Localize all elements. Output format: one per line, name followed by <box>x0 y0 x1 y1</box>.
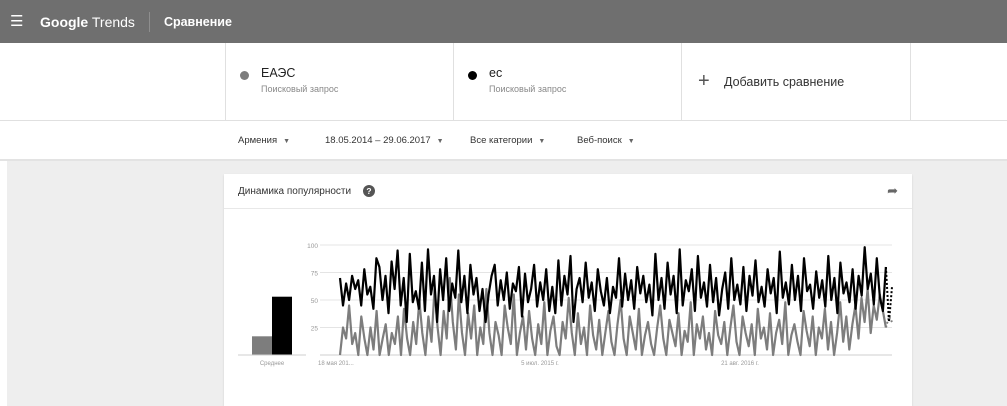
add-comparison-label: Добавить сравнение <box>724 74 845 89</box>
comparison-bar: ЕАЭС Поисковый запрос ес Поисковый запро… <box>0 43 1007 121</box>
interest-chart[interactable]: 100 75 50 25 Среднее 18 мая 201... 5 июл. 2015… <box>224 208 912 406</box>
share-icon[interactable]: ➦ <box>887 183 898 199</box>
chevron-down-icon: ▼ <box>538 138 546 145</box>
series-partial-eaes <box>884 313 893 328</box>
filter-bar: Армения ▼ 18.05.2014 – 29.06.2017 ▼ Все ка… <box>0 121 1007 161</box>
help-icon[interactable]: ? <box>363 185 375 197</box>
average-label: Среднее <box>260 361 285 367</box>
category-dropdown[interactable]: Все категории ▼ <box>470 135 545 146</box>
category-label: Все категории <box>470 135 533 146</box>
region-label: Армения <box>238 135 278 146</box>
term-color-dot <box>240 71 249 80</box>
y-tick-label: 25 <box>311 326 319 333</box>
plus-icon: + <box>698 70 710 92</box>
logo-trends-text: Trends <box>91 13 135 30</box>
page-title: Сравнение <box>163 14 232 29</box>
term-card-es[interactable]: ес Поисковый запрос <box>453 43 681 120</box>
chevron-down-icon: ▼ <box>627 138 635 145</box>
chevron-down-icon: ▼ <box>436 138 444 145</box>
term-color-dot <box>468 71 477 80</box>
logo-google-text: Google <box>40 13 89 30</box>
search-type-label: Веб-поиск <box>577 135 622 146</box>
topbar-divider <box>148 11 150 32</box>
google-trends-logo[interactable]: Google Trends <box>40 14 135 30</box>
average-bar-es <box>272 296 292 355</box>
top-bar: ☰ Google Trends Сравнение <box>0 0 1007 43</box>
add-comparison-button[interactable]: + Добавить сравнение <box>681 43 911 120</box>
chevron-down-icon: ▼ <box>283 138 291 145</box>
x-tick-label: 21 авг. 2016 г. <box>721 361 759 367</box>
x-tick-label: 5 июл. 2015 г. <box>521 361 559 367</box>
term-name: ес <box>489 66 503 80</box>
term-type: Поисковый запрос <box>261 84 339 94</box>
menu-icon[interactable]: ☰ <box>10 14 26 29</box>
card-header: Динамика популярности ? ➦ <box>224 174 912 209</box>
card-title: Динамика популярности <box>238 186 352 197</box>
term-type: Поисковый запрос <box>489 84 567 94</box>
interest-over-time-card: Динамика популярности ? ➦ 100 75 50 25 Средн… <box>224 174 912 406</box>
region-dropdown[interactable]: Армения ▼ <box>238 135 290 146</box>
y-tick-label: 100 <box>307 243 318 250</box>
y-tick-label: 75 <box>311 271 319 278</box>
average-bar-eaes <box>252 336 272 355</box>
x-tick-label: 18 мая 201... <box>318 361 354 367</box>
search-type-dropdown[interactable]: Веб-поиск ▼ <box>577 135 635 146</box>
term-card-eaes[interactable]: ЕАЭС Поисковый запрос <box>225 43 453 120</box>
date-range-label: 18.05.2014 – 29.06.2017 <box>325 135 431 146</box>
term-name: ЕАЭС <box>261 66 296 80</box>
date-range-dropdown[interactable]: 18.05.2014 – 29.06.2017 ▼ <box>325 135 444 146</box>
series-partial-es <box>884 266 893 323</box>
y-tick-label: 50 <box>311 298 319 305</box>
